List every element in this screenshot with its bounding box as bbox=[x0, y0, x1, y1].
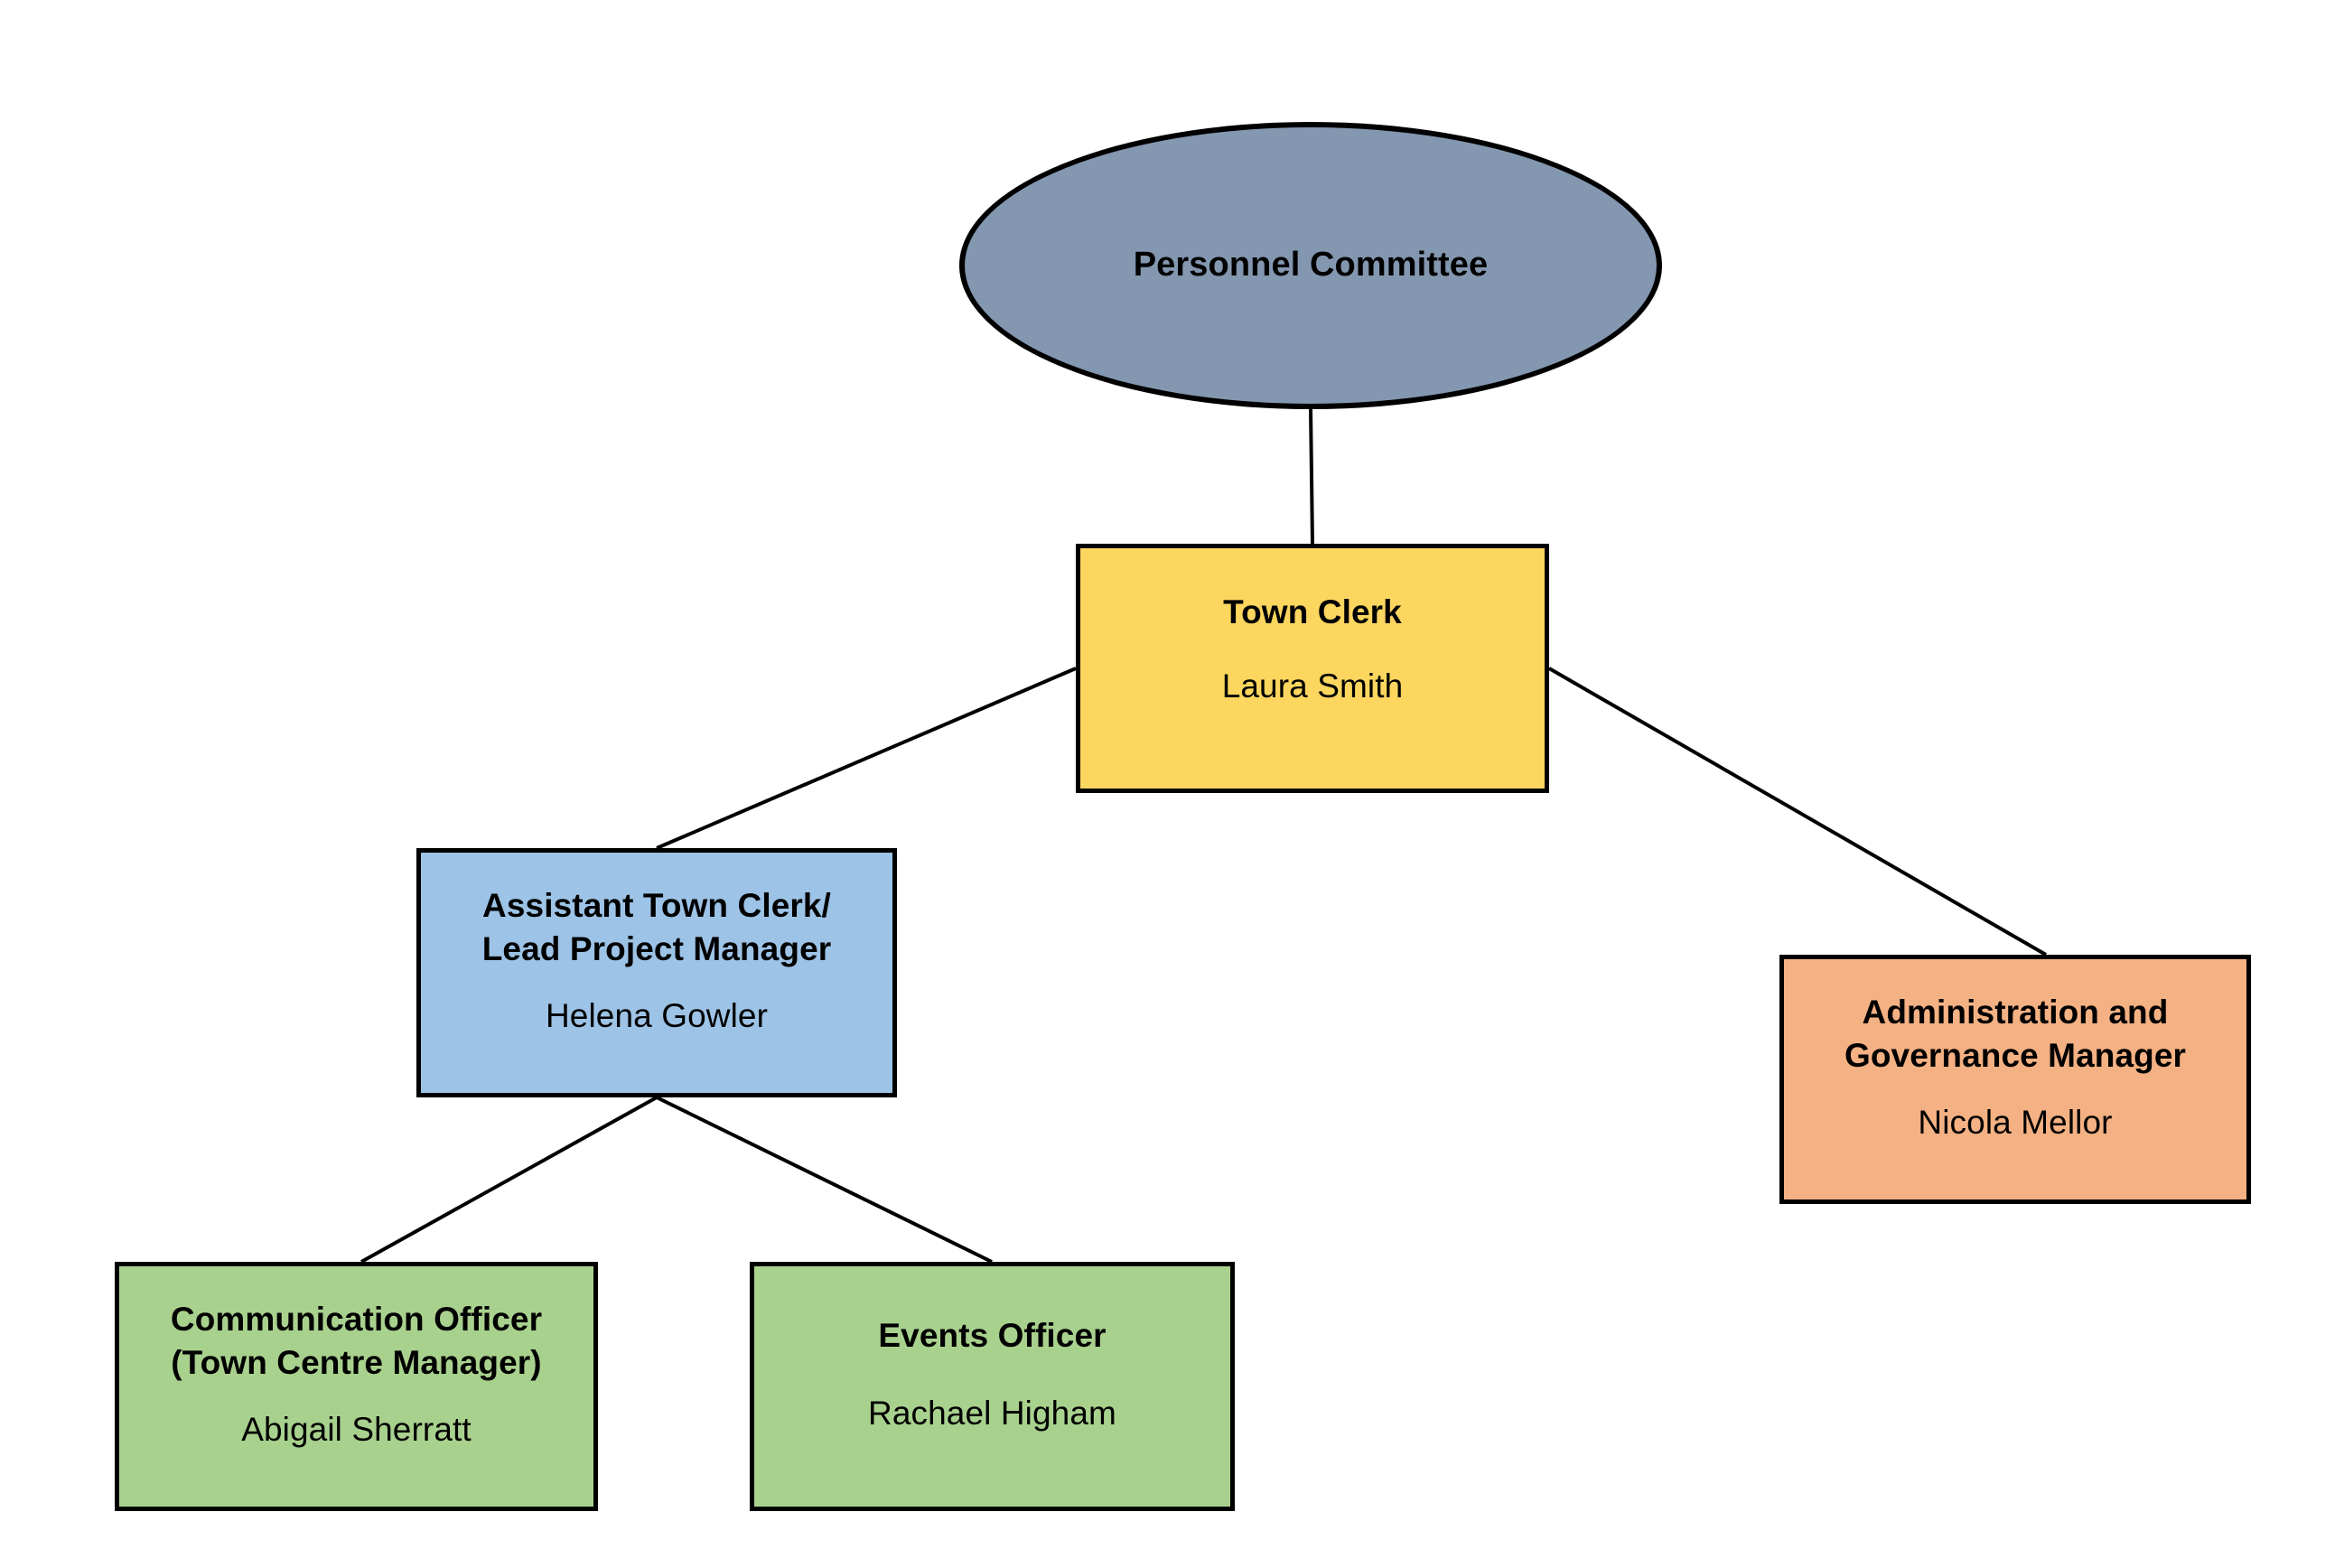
edge-town-clerk-to-assistant-town-clerk bbox=[656, 667, 1077, 850]
node-role-label: Communication Officer (Town Centre Manag… bbox=[170, 1301, 543, 1382]
edge-town-clerk-to-admin-governance bbox=[1548, 667, 2047, 957]
node-assistant-town-clerk[interactable]: Assistant Town Clerk/ Lead Project Manag… bbox=[416, 848, 897, 1097]
node-admin-governance-manager[interactable]: Administration and Governance Manager Ni… bbox=[1779, 955, 2251, 1204]
node-person-label: Helena Gowler bbox=[545, 997, 769, 1035]
node-role-label: Events Officer bbox=[878, 1317, 1107, 1354]
node-person-label: Nicola Mellor bbox=[1918, 1104, 2113, 1142]
node-personnel-committee[interactable]: Personnel Committee bbox=[959, 122, 1662, 409]
node-role-label: Town Clerk bbox=[1223, 593, 1402, 630]
org-chart-canvas: Personnel Committee Town Clerk Laura Smi… bbox=[0, 0, 2344, 1568]
node-person-label: Rachael Higham bbox=[868, 1395, 1116, 1433]
node-person-label: Abigail Sherratt bbox=[241, 1411, 472, 1449]
edge-assistant-town-clerk-to-events-officer bbox=[656, 1096, 993, 1264]
edge-personnel-committee-to-town-clerk bbox=[1309, 407, 1314, 545]
node-town-clerk[interactable]: Town Clerk Laura Smith bbox=[1076, 544, 1549, 793]
node-communication-officer[interactable]: Communication Officer (Town Centre Manag… bbox=[115, 1262, 598, 1511]
node-role-label: Assistant Town Clerk/ Lead Project Manag… bbox=[481, 887, 832, 968]
node-role-label: Personnel Committee bbox=[1133, 246, 1489, 285]
node-role-label: Administration and Governance Manager bbox=[1844, 994, 2187, 1075]
edge-assistant-town-clerk-to-communication-officer bbox=[360, 1096, 658, 1264]
node-person-label: Laura Smith bbox=[1221, 667, 1404, 705]
node-events-officer[interactable]: Events Officer Rachael Higham bbox=[750, 1262, 1235, 1511]
